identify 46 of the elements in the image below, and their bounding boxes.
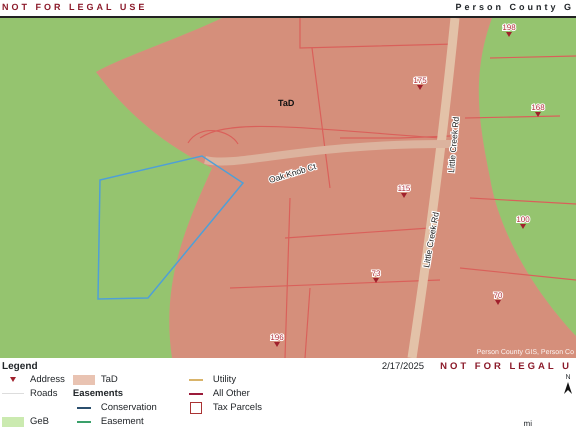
parcel-swatch [190,402,202,414]
road-label: Oak Knob Ct [268,161,318,185]
address-label: 73 [372,269,380,278]
line-swatch [76,406,91,408]
legend-heading: Easements [72,387,124,400]
notice-text: NOT FOR LEGAL USE [2,1,148,14]
address-label: 168 [531,103,545,112]
line-swatch [188,392,203,394]
road-line-icon [2,393,24,394]
legend-label: Tax Parcels [212,401,262,414]
address-label: 196 [270,333,284,342]
address-marker-icon [401,193,407,198]
line-swatch [76,420,91,422]
address-marker-icon [535,112,541,117]
soil-swatch [72,374,95,384]
north-arrow-icon [564,382,572,394]
address-label: 100 [516,215,530,224]
legend-label: Conservation [100,401,157,414]
legend-label: Easement [100,415,144,428]
address-label: 175 [413,76,427,85]
address-marker-icon [373,278,379,283]
notice-text: NOT FOR LEGAL U [440,360,572,373]
road-label: Little Creek Rd [421,211,441,268]
legend-label: TaD [100,373,118,386]
address-label: 115 [398,184,410,193]
address-label: 198 [502,23,516,32]
soil-swatch [2,416,24,426]
line-swatch [188,378,203,380]
address-marker-icon [506,32,512,37]
county-text: Person County G [455,1,574,14]
legend-label: Roads [30,387,58,400]
address-marker-icon [417,85,423,90]
address-marker-icon [10,377,16,382]
legend-label: All Other [212,387,250,400]
address-marker-icon [274,342,280,347]
legend-title: Legend [2,360,38,373]
address-label: 70 [494,291,502,300]
legend-label: Address [30,373,65,386]
legend-label: GeB [30,415,50,428]
scale-unit: mi [524,418,532,430]
address-marker-icon [520,224,526,229]
address-marker-icon [495,300,501,305]
road-label: Little Creek Rd [446,116,461,174]
soil-label: TaD [278,98,294,108]
date-text: 2/17/2025 [382,360,424,373]
legend-label: Utility [212,373,236,386]
